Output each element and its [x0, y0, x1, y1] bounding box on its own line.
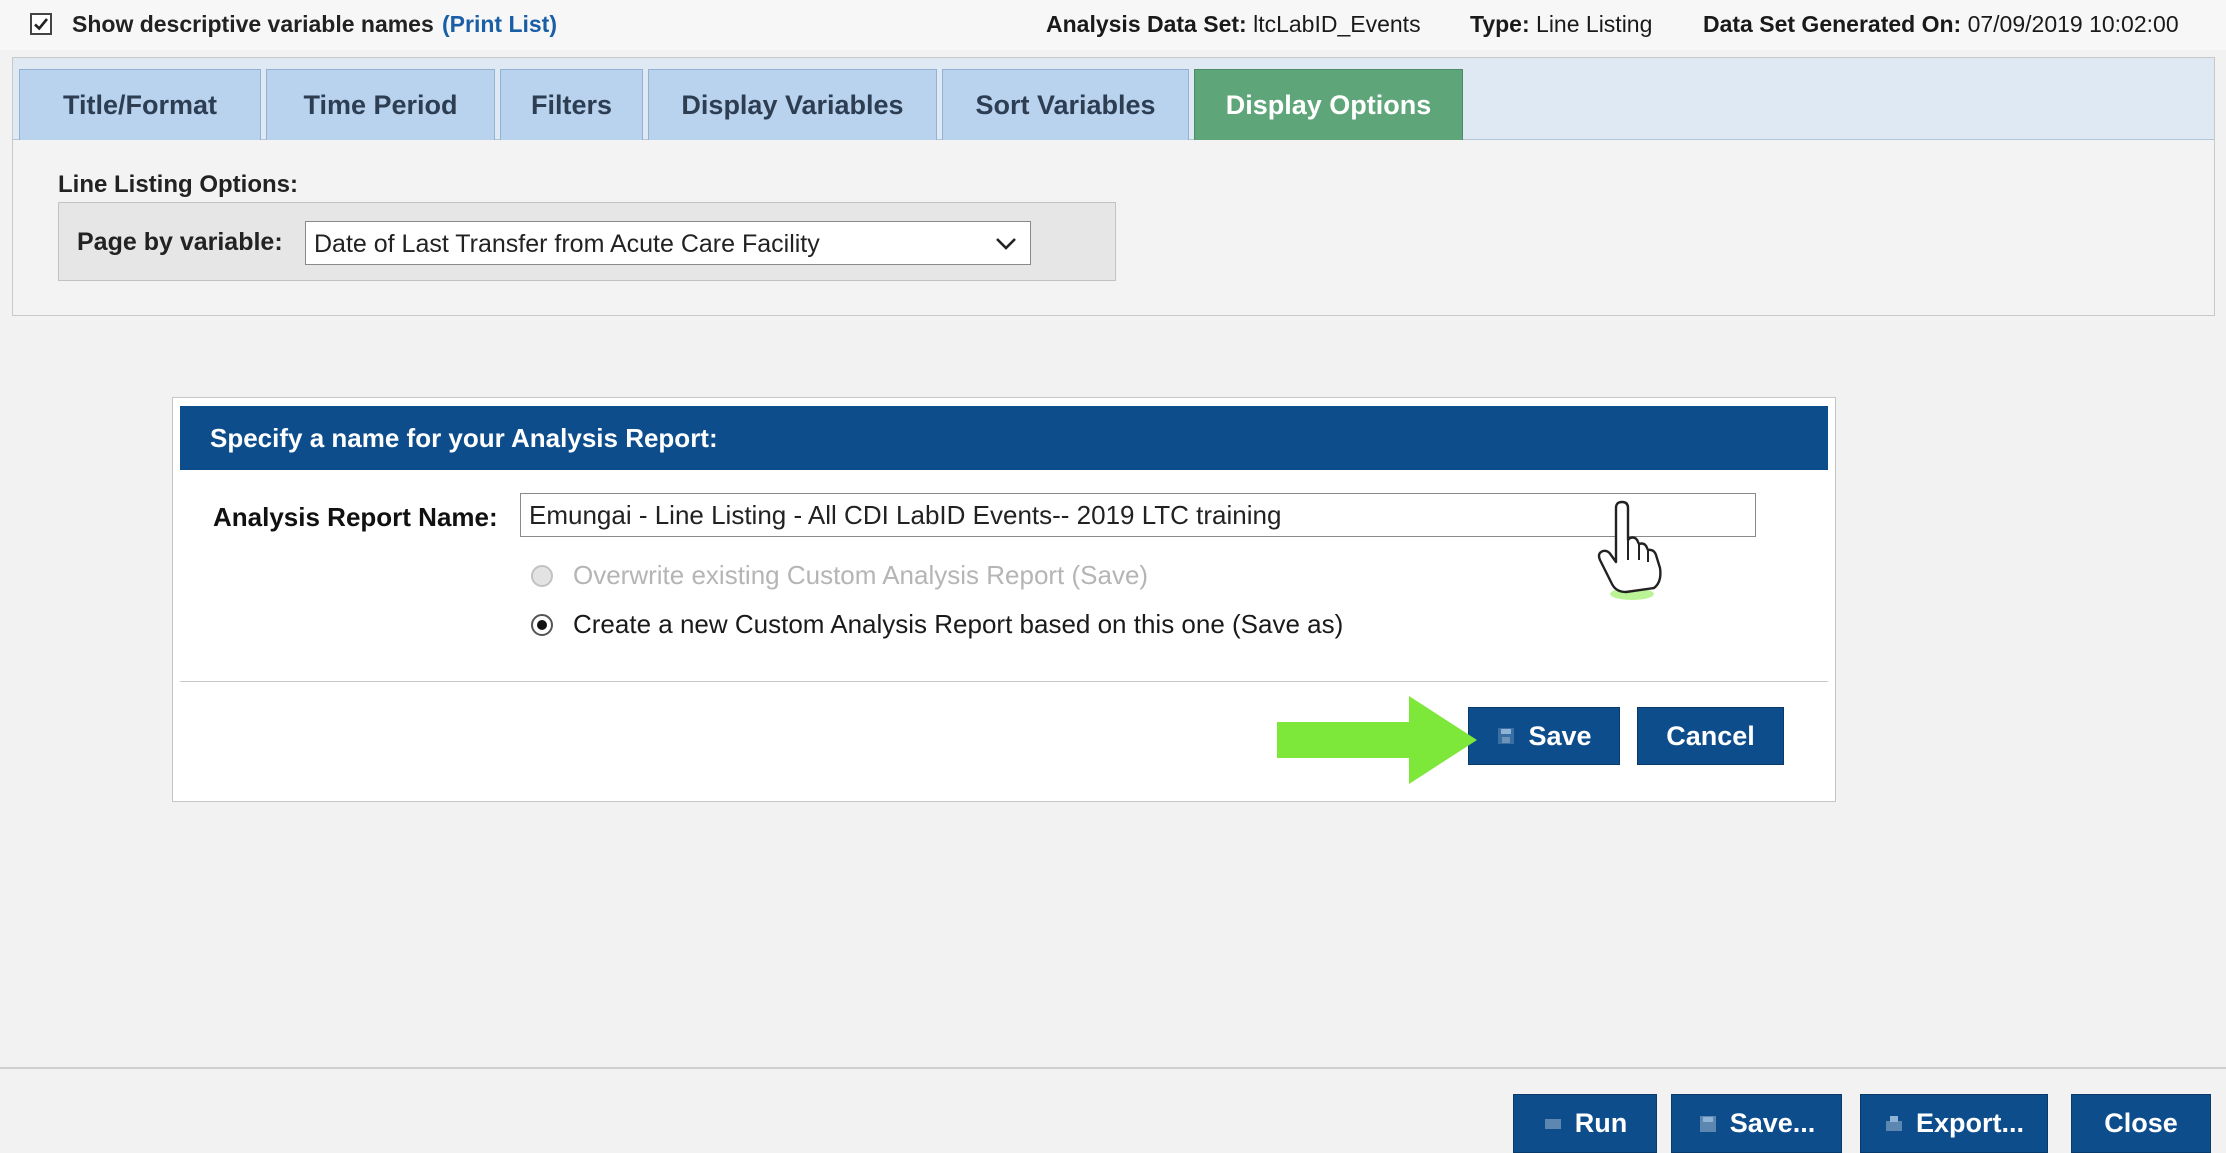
type-label: Type:	[1470, 11, 1530, 37]
show-names-checkbox[interactable]	[30, 13, 52, 35]
overwrite-option[interactable]: Overwrite existing Custom Analysis Repor…	[531, 560, 1148, 591]
check-icon	[34, 18, 49, 31]
save-icon	[1498, 728, 1515, 744]
page-by-value: Date of Last Transfer from Acute Care Fa…	[314, 230, 820, 258]
tab-title-format[interactable]: Title/Format	[19, 69, 261, 140]
page-by-label: Page by variable:	[77, 228, 283, 256]
run-button[interactable]: Run	[1513, 1094, 1657, 1153]
tab-sort-variables[interactable]: Sort Variables	[942, 69, 1189, 140]
tab-time-period[interactable]: Time Period	[266, 69, 495, 140]
tab-display-options[interactable]: Display Options	[1194, 69, 1463, 140]
run-button-label: Run	[1574, 1108, 1628, 1138]
footer-divider	[0, 1067, 2226, 1069]
tab-bar: Title/Format Time Period Filters Display…	[13, 58, 2214, 140]
report-name-input[interactable]	[520, 493, 1756, 537]
type-value: Line Listing	[1536, 11, 1653, 37]
chevron-down-icon	[996, 238, 1016, 250]
save-as-new-radio[interactable]	[531, 613, 553, 636]
line-listing-options-label: Line Listing Options:	[58, 171, 298, 198]
dialog-divider	[180, 681, 1828, 682]
save-button[interactable]: Save	[1468, 707, 1620, 765]
generated-label: Data Set Generated On:	[1703, 11, 1962, 37]
line-listing-options-box: Page by variable: Date of Last Transfer …	[58, 202, 1116, 281]
hand-pointer-icon	[1597, 500, 1662, 600]
overwrite-option-label: Overwrite existing Custom Analysis Repor…	[573, 560, 1149, 590]
generated-value: 07/09/2019 10:02:00	[1967, 11, 2179, 37]
save-as-button-label: Save...	[1729, 1108, 1816, 1138]
report-name-label: Analysis Report Name:	[213, 502, 498, 532]
print-list-link[interactable]: (Print List)	[442, 11, 557, 38]
generated-info: Data Set Generated On: 07/09/2019 10:02:…	[1703, 11, 2179, 38]
save-as-new-option-label: Create a new Custom Analysis Report base…	[573, 609, 1344, 639]
save-icon	[1699, 1115, 1716, 1132]
tab-filters[interactable]: Filters	[500, 69, 643, 140]
dataset-label: Analysis Data Set:	[1046, 11, 1247, 37]
type-info: Type: Line Listing	[1470, 11, 1652, 38]
dataset-info: Analysis Data Set: ltcLabID_Events	[1046, 11, 1421, 38]
cancel-button[interactable]: Cancel	[1637, 707, 1784, 765]
save-as-button[interactable]: Save...	[1671, 1094, 1842, 1153]
arrow-right-icon	[1277, 696, 1477, 784]
close-button-label: Close	[2104, 1108, 2178, 1138]
run-icon	[1544, 1118, 1561, 1129]
dialog-header: Specify a name for your Analysis Report:	[180, 406, 1828, 470]
close-button[interactable]: Close	[2071, 1094, 2211, 1153]
options-panel: Title/Format Time Period Filters Display…	[12, 57, 2215, 316]
page-by-select[interactable]: Date of Last Transfer from Acute Care Fa…	[305, 221, 1031, 265]
save-as-new-option[interactable]: Create a new Custom Analysis Report base…	[531, 609, 1343, 640]
save-report-dialog: Specify a name for your Analysis Report:…	[172, 397, 1836, 802]
export-button[interactable]: Export...	[1860, 1094, 2048, 1153]
export-icon	[1885, 1115, 1902, 1131]
top-info-bar: Show descriptive variable names (Print L…	[0, 0, 2226, 50]
export-button-label: Export...	[1915, 1108, 2024, 1138]
tab-display-variables[interactable]: Display Variables	[648, 69, 937, 140]
show-names-label: Show descriptive variable names	[72, 11, 434, 37]
dataset-value: ltcLabID_Events	[1253, 11, 1421, 37]
save-button-label: Save	[1528, 720, 1592, 751]
cancel-button-label: Cancel	[1666, 720, 1755, 751]
overwrite-radio[interactable]	[531, 564, 553, 587]
radio-selected-dot	[537, 619, 547, 630]
